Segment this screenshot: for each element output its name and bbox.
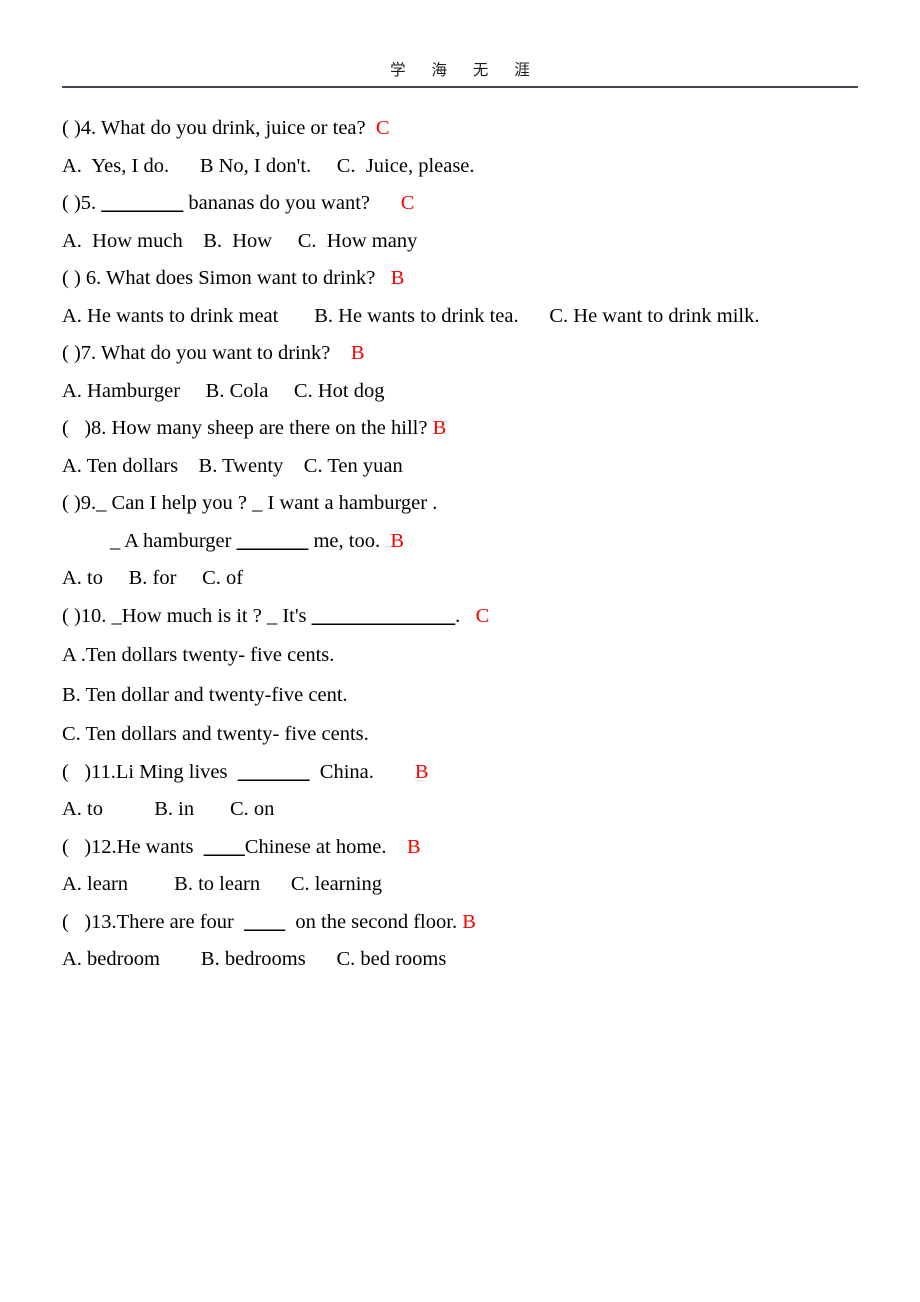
text: A. to B. for C. of [62, 567, 244, 590]
answer-blank: ____ [203, 835, 245, 858]
answer-blank: _______ [237, 760, 310, 783]
text: What do you want to drink? [100, 342, 331, 365]
watermark-title: 学 海 无 涯 [390, 62, 541, 79]
answer-gap [330, 342, 351, 364]
answer-gap [387, 836, 408, 858]
answer-mark: B [432, 417, 447, 440]
prefix: ( )12.He wants [62, 835, 204, 858]
text-after: bananas do you want? [183, 192, 371, 215]
prefix: ( )10. _How much is it ? _ It's [62, 604, 312, 627]
page-header: 学 海 无 涯 [62, 0, 858, 89]
text: A. Yes, I do. B No, I don't. C. Juice, p… [62, 154, 475, 177]
question-list: ( )4. What do you drink, juice or tea? C… [62, 88, 858, 970]
answer-blank: ________ [101, 192, 184, 215]
text-after: Chinese at home. [244, 835, 387, 858]
question-line: ( )9._ Can I help you ? _ I want a hambu… [62, 493, 858, 514]
prefix: ( )9. [62, 492, 97, 515]
text: A. to B. in C. on [62, 798, 275, 821]
answer-mark: C [375, 117, 390, 140]
question-continuation-line: _ A hamburger _______ me, too. B [62, 529, 858, 552]
question-line: ( )7. What do you want to drink? B [62, 343, 858, 364]
option-line: A. How much B. How C. How many [62, 229, 858, 252]
prefix: ( )13.There are four [62, 910, 245, 933]
prefix: ( )11.Li Ming lives [62, 760, 238, 783]
option-line: A. bedroom B. bedrooms C. bed rooms [62, 949, 858, 970]
question-line: ( ) 6. What does Simon want to drink? B [62, 268, 858, 289]
answer-gap [460, 605, 475, 627]
text-before: _ A hamburger [110, 529, 237, 552]
answer-mark: B [462, 910, 476, 933]
answer-gap [370, 192, 401, 214]
text: A. learn B. to learn C. learning [62, 873, 382, 896]
text: _ Can I help you ? _ I want a hamburger … [96, 492, 438, 515]
answer-blank: ______________ [311, 604, 456, 627]
answer-gap [380, 530, 390, 552]
question-line: ( )12.He wants ____Chinese at home. B [62, 835, 858, 858]
option-line: A. He wants to drink meat B. He wants to… [62, 304, 858, 327]
answer-gap [375, 267, 390, 289]
question-line: ( )4. What do you drink, juice or tea? C [62, 118, 858, 139]
text: B. Ten dollar and twenty-five cent. [62, 683, 348, 706]
text: A. Ten dollars B. Twenty C. Ten yuan [62, 454, 403, 477]
question-line: ( )10. _How much is it ? _ It's ________… [62, 604, 858, 627]
answer-blank: _______ [236, 529, 309, 552]
option-line: A. Ten dollars B. Twenty C. Ten yuan [62, 454, 858, 477]
text: How many sheep are there on the hill? [111, 417, 428, 440]
prefix: ( )5. [62, 192, 102, 215]
prefix: ( )7. [62, 342, 101, 365]
text: A .Ten dollars twenty- five cents. [62, 644, 335, 667]
text: A. How much B. How C. How many [62, 229, 418, 252]
answer-gap [374, 761, 415, 783]
option-line: A. Yes, I do. B No, I don't. C. Juice, p… [62, 154, 858, 177]
text: What do you drink, juice or tea? [100, 117, 366, 140]
prefix: ( )8. [62, 417, 112, 440]
text-after: China. [309, 760, 374, 783]
option-line: A. to B. in C. on [62, 799, 858, 820]
option-line: C. Ten dollars and twenty- five cents. [62, 724, 858, 745]
option-line: B. Ten dollar and twenty-five cent. [62, 683, 858, 706]
option-line: A. Hamburger B. Cola C. Hot dog [62, 379, 858, 402]
answer-mark: C [400, 192, 415, 215]
text: What does Simon want to drink? [106, 267, 376, 290]
text-after: on the second floor. [285, 910, 458, 933]
document-page: 学 海 无 涯 ( )4. What do you drink, juice o… [0, 0, 920, 1302]
text: C. Ten dollars and twenty- five cents. [62, 723, 369, 746]
option-line: A .Ten dollars twenty- five cents. [62, 645, 858, 666]
answer-mark: B [414, 760, 429, 783]
answer-blank: ____ [244, 910, 286, 933]
text: A. Hamburger B. Cola C. Hot dog [62, 379, 385, 402]
question-line: ( )8. How many sheep are there on the hi… [62, 418, 858, 439]
option-line: A. learn B. to learn C. learning [62, 874, 858, 895]
answer-gap [366, 117, 376, 139]
answer-mark: B [390, 529, 405, 552]
answer-mark: B [390, 267, 405, 290]
option-line: A. to B. for C. of [62, 568, 858, 589]
question-line: ( )13.There are four ____ on the second … [62, 910, 858, 933]
text: A. He wants to drink meat B. He wants to… [62, 304, 760, 327]
question-line: ( )5. ________ bananas do you want? C [62, 193, 858, 214]
question-line: ( )11.Li Ming lives _______ China. B [62, 760, 858, 783]
answer-mark: C [475, 604, 490, 627]
text: A. bedroom B. bedrooms C. bed rooms [62, 948, 447, 971]
prefix: ( )4. [62, 117, 101, 140]
answer-mark: B [407, 835, 421, 858]
text-after: me, too. [308, 529, 381, 552]
prefix: ( ) 6. [62, 267, 107, 290]
answer-mark: B [350, 342, 365, 365]
